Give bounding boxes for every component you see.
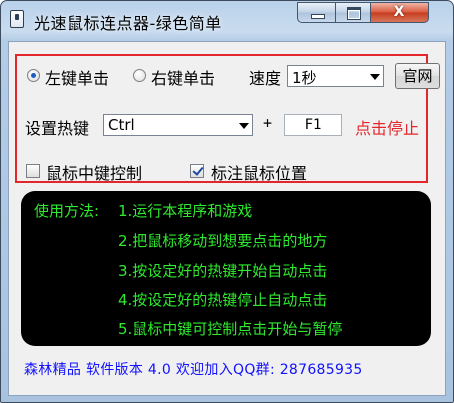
app-window: 光速鼠标连点器-绿色简单 X 左键单击 右键单击 速度 1秒 官网 设置热键 C… [0,0,454,403]
speed-label: 速度 [249,69,282,88]
middle-button-checkbox[interactable] [26,164,40,178]
left-click-label[interactable]: 左键单击 [45,65,109,89]
maximize-button[interactable] [335,2,371,23]
plus-sign: + [263,114,273,132]
window-title: 光速鼠标连点器-绿色简单 [34,14,222,33]
title-bar[interactable]: 光速鼠标连点器-绿色简单 X [1,1,453,41]
status-text: 点击停止 [355,119,420,138]
instruction-step: 5.鼠标中键可控制点击开始与暂停 [118,320,343,338]
instruction-step: 1.运行本程序和游戏 [118,202,253,220]
instruction-step: 2.把鼠标移动到想要点击的地方 [118,232,328,250]
maximize-icon [347,7,361,20]
footer-version-text: 森林精品 软件版本 4.0 欢迎加入QQ群: 287685935 [24,362,363,378]
hotkey-modifier-select[interactable]: Ctrl [103,114,253,136]
close-button[interactable]: X [371,2,429,23]
minimize-icon [311,14,325,19]
hotkey-key-input[interactable]: F1 [284,114,342,136]
website-button[interactable]: 官网 [395,63,440,89]
chevron-down-icon [370,74,380,80]
instructions-panel: 使用方法: 1.运行本程序和游戏 2.把鼠标移动到想要点击的地方 3.按设定好的… [21,191,431,346]
left-click-radio[interactable] [27,69,40,82]
right-click-label[interactable]: 右键单击 [151,65,215,89]
instruction-step: 3.按设定好的热键开始自动点击 [118,262,328,280]
hotkey-label: 设置热键 [25,119,90,138]
speed-select[interactable]: 1秒 [287,65,384,87]
instruction-step: 4.按设定好的热键停止自动点击 [118,291,328,309]
mark-position-label[interactable]: 标注鼠标位置 [211,160,307,184]
chevron-down-icon [239,123,249,129]
instructions-heading: 使用方法: [34,202,100,220]
close-icon: X [393,4,405,20]
minimize-button[interactable] [297,2,335,23]
middle-button-label[interactable]: 鼠标中键控制 [46,160,142,184]
hotkey-modifier-value: Ctrl [108,116,135,134]
app-icon [10,10,24,28]
mark-position-checkbox[interactable] [190,164,204,178]
right-click-radio[interactable] [133,69,146,82]
speed-select-value: 1秒 [292,69,317,87]
